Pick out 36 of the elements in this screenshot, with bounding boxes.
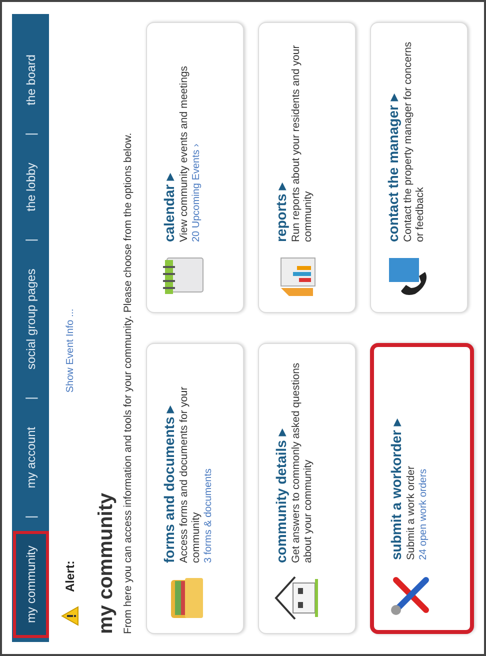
nav-tab[interactable]: my community bbox=[12, 530, 48, 638]
nav-tab[interactable]: social group pages bbox=[12, 254, 48, 385]
option-card[interactable]: calendar ▸ View community events and meetings 20 Upcoming Events › bbox=[146, 22, 244, 313]
show-event-info-link[interactable]: Show Event Info ... bbox=[64, 308, 76, 393]
separator: | bbox=[23, 132, 38, 136]
card-title[interactable]: forms and documents ▸ bbox=[161, 356, 177, 563]
separator: | bbox=[23, 238, 38, 242]
separator: | bbox=[23, 396, 38, 400]
option-card[interactable]: community details ▸ Get answers to commonly asked questions about your community bbox=[258, 343, 356, 634]
card-title[interactable]: submit a workorder ▸ bbox=[388, 419, 404, 560]
card-description: View community events and meetings bbox=[178, 66, 190, 242]
alert-label: Alert: bbox=[63, 560, 77, 592]
card-title[interactable]: calendar ▸ bbox=[161, 66, 177, 242]
house-icon bbox=[273, 575, 319, 621]
card-title[interactable]: community details ▸ bbox=[273, 356, 289, 563]
option-card[interactable]: contact the manager ▸ Contact the property manager for concerns or feedback bbox=[370, 22, 468, 313]
intro-text: From here you can access information and tools for your community. Please choose from the options below. bbox=[122, 132, 134, 634]
card-description: Submit a work order bbox=[405, 465, 417, 560]
card-link[interactable]: 3 forms & documents bbox=[203, 356, 214, 563]
card-link[interactable]: 20 Upcoming Events › bbox=[191, 66, 202, 242]
card-title[interactable]: contact the manager ▸ bbox=[385, 35, 401, 242]
option-card[interactable]: forms and documents ▸ Access forms and documents for your community 3 forms & documents bbox=[146, 343, 244, 634]
card-link[interactable]: 24 open work orders bbox=[418, 419, 429, 560]
nav-tab[interactable]: the board bbox=[12, 40, 48, 120]
card-description: Access forms and documents for your community bbox=[178, 386, 202, 563]
page-heading: my community bbox=[95, 492, 118, 634]
card-description: Contact the property manager for concerns or feedback bbox=[402, 40, 426, 242]
card-title[interactable]: reports ▸ bbox=[273, 35, 289, 242]
nav-tab[interactable]: the lobby bbox=[12, 148, 48, 226]
separator: | bbox=[23, 515, 38, 519]
nav-tab[interactable]: my account bbox=[12, 412, 48, 504]
option-card[interactable]: reports ▸ Run reports about your residents and your community bbox=[258, 22, 356, 313]
option-card[interactable]: submit a workorder ▸ Submit a work order 24 open work orders bbox=[370, 343, 474, 634]
warning-icon bbox=[61, 606, 79, 626]
card-description: Get answers to commonly asked questions about your community bbox=[290, 362, 314, 563]
card-description: Run reports about your residents and your community bbox=[290, 44, 314, 242]
